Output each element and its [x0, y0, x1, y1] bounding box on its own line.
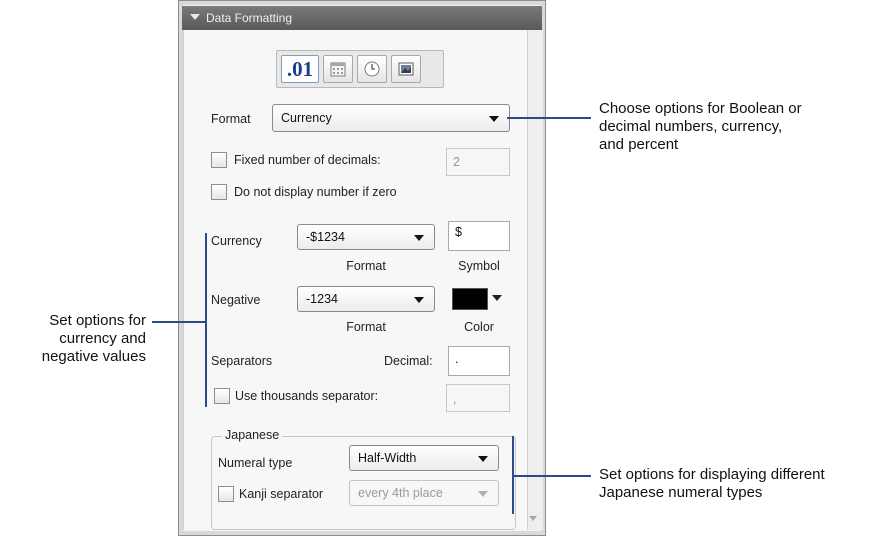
color-caption: Color — [464, 320, 494, 334]
japanese-group-title: Japanese — [222, 428, 283, 442]
negative-format-caption: Format — [346, 320, 386, 334]
hide-zero-checkbox[interactable] — [211, 184, 227, 200]
panel-title: Data Formatting — [206, 11, 293, 25]
thousands-separator-checkbox[interactable] — [214, 388, 230, 404]
dropdown-arrow-icon — [478, 491, 488, 497]
fixed-decimals-label: Fixed number of decimals: — [234, 153, 381, 167]
number-format-button[interactable]: .01 — [281, 55, 319, 83]
negative-color-swatch[interactable] — [452, 288, 488, 310]
format-type-toolbar: .01 — [276, 50, 444, 88]
calendar-icon — [330, 62, 346, 77]
currency-format-caption: Format — [346, 259, 386, 273]
numeral-type-label: Numeral type — [218, 456, 293, 470]
dropdown-arrow-icon — [414, 235, 424, 241]
date-format-button[interactable] — [323, 55, 353, 83]
kanji-separator-checkbox[interactable] — [218, 486, 234, 502]
graphic-format-button[interactable] — [391, 55, 421, 83]
thousands-separator-input[interactable]: , — [446, 384, 510, 412]
image-icon — [398, 62, 414, 76]
kanji-separator-label: Kanji separator — [239, 487, 324, 501]
callout-format-options: Choose options for Boolean or decimal nu… — [599, 100, 802, 153]
dropdown-arrow-icon — [489, 116, 499, 122]
decimal-separator-input[interactable]: . — [448, 346, 510, 376]
fixed-decimals-checkbox[interactable] — [211, 152, 227, 168]
currency-format-select[interactable]: -$1234 — [297, 224, 435, 250]
decimal-label: Decimal: — [384, 354, 433, 368]
currency-label: Currency — [211, 234, 262, 248]
callout-bracket-currency — [205, 233, 207, 407]
thousands-separator-label: Use thousands separator: — [235, 389, 379, 403]
callout-line-currency — [152, 321, 205, 323]
dropdown-arrow-icon — [414, 297, 424, 303]
collapse-triangle-icon[interactable] — [190, 14, 200, 20]
callout-line-format — [507, 117, 591, 119]
format-label: Format — [211, 112, 251, 126]
negative-label: Negative — [211, 293, 261, 307]
clock-icon — [364, 61, 380, 77]
callout-japanese-numerals: Set options for displaying different Jap… — [599, 466, 825, 501]
callout-line-japanese — [513, 475, 591, 477]
time-format-button[interactable] — [357, 55, 387, 83]
callout-currency-negative: Set options for currency and negative va… — [41, 312, 146, 365]
separators-label: Separators — [211, 354, 273, 368]
kanji-separator-select[interactable]: every 4th place — [349, 480, 499, 506]
currency-symbol-input[interactable]: $ — [448, 221, 510, 251]
dropdown-arrow-icon — [478, 456, 488, 462]
negative-format-select[interactable]: -1234 — [297, 286, 435, 312]
symbol-caption: Symbol — [458, 259, 500, 273]
numeral-type-select[interactable]: Half-Width — [349, 445, 499, 471]
panel-header[interactable]: Data Formatting — [182, 6, 542, 30]
scroll-down-arrow-icon[interactable] — [529, 516, 537, 521]
format-select[interactable]: Currency — [272, 104, 510, 132]
color-dropdown-arrow-icon[interactable] — [492, 295, 502, 301]
fixed-decimals-input[interactable]: 2 — [446, 148, 510, 176]
hide-zero-label: Do not display number if zero — [234, 185, 397, 199]
panel-scrollbar[interactable] — [527, 30, 543, 530]
